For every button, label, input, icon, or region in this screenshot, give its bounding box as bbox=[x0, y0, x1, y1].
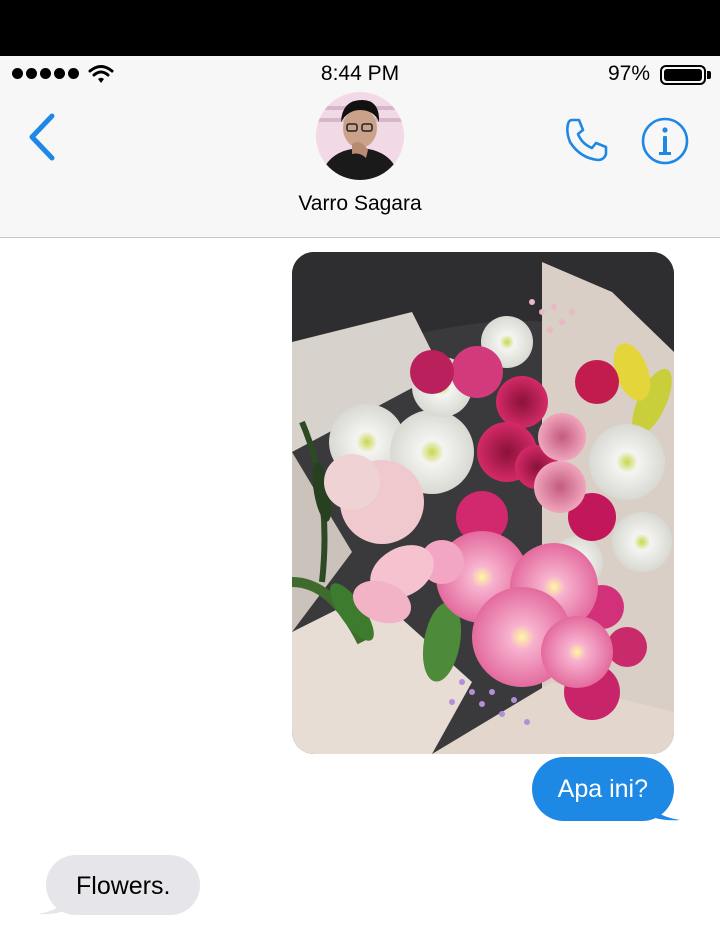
outgoing-bubble-tail bbox=[636, 790, 680, 821]
battery-icon bbox=[660, 65, 706, 85]
conversation-header: Varro Sagara bbox=[0, 92, 720, 238]
status-bar: 8:44 PM 97% bbox=[0, 56, 720, 92]
chevron-left-icon[interactable] bbox=[24, 112, 60, 162]
info-icon[interactable] bbox=[640, 116, 690, 166]
incoming-bubble-tail bbox=[38, 884, 78, 915]
phone-icon[interactable] bbox=[560, 114, 612, 166]
top-bezel bbox=[0, 0, 720, 56]
avatar[interactable] bbox=[316, 92, 404, 180]
battery-tip bbox=[707, 71, 711, 79]
battery-percent: 97% bbox=[607, 62, 650, 85]
contact-name[interactable]: Varro Sagara bbox=[0, 192, 720, 216]
flower-bouquet-photo[interactable] bbox=[292, 252, 674, 754]
